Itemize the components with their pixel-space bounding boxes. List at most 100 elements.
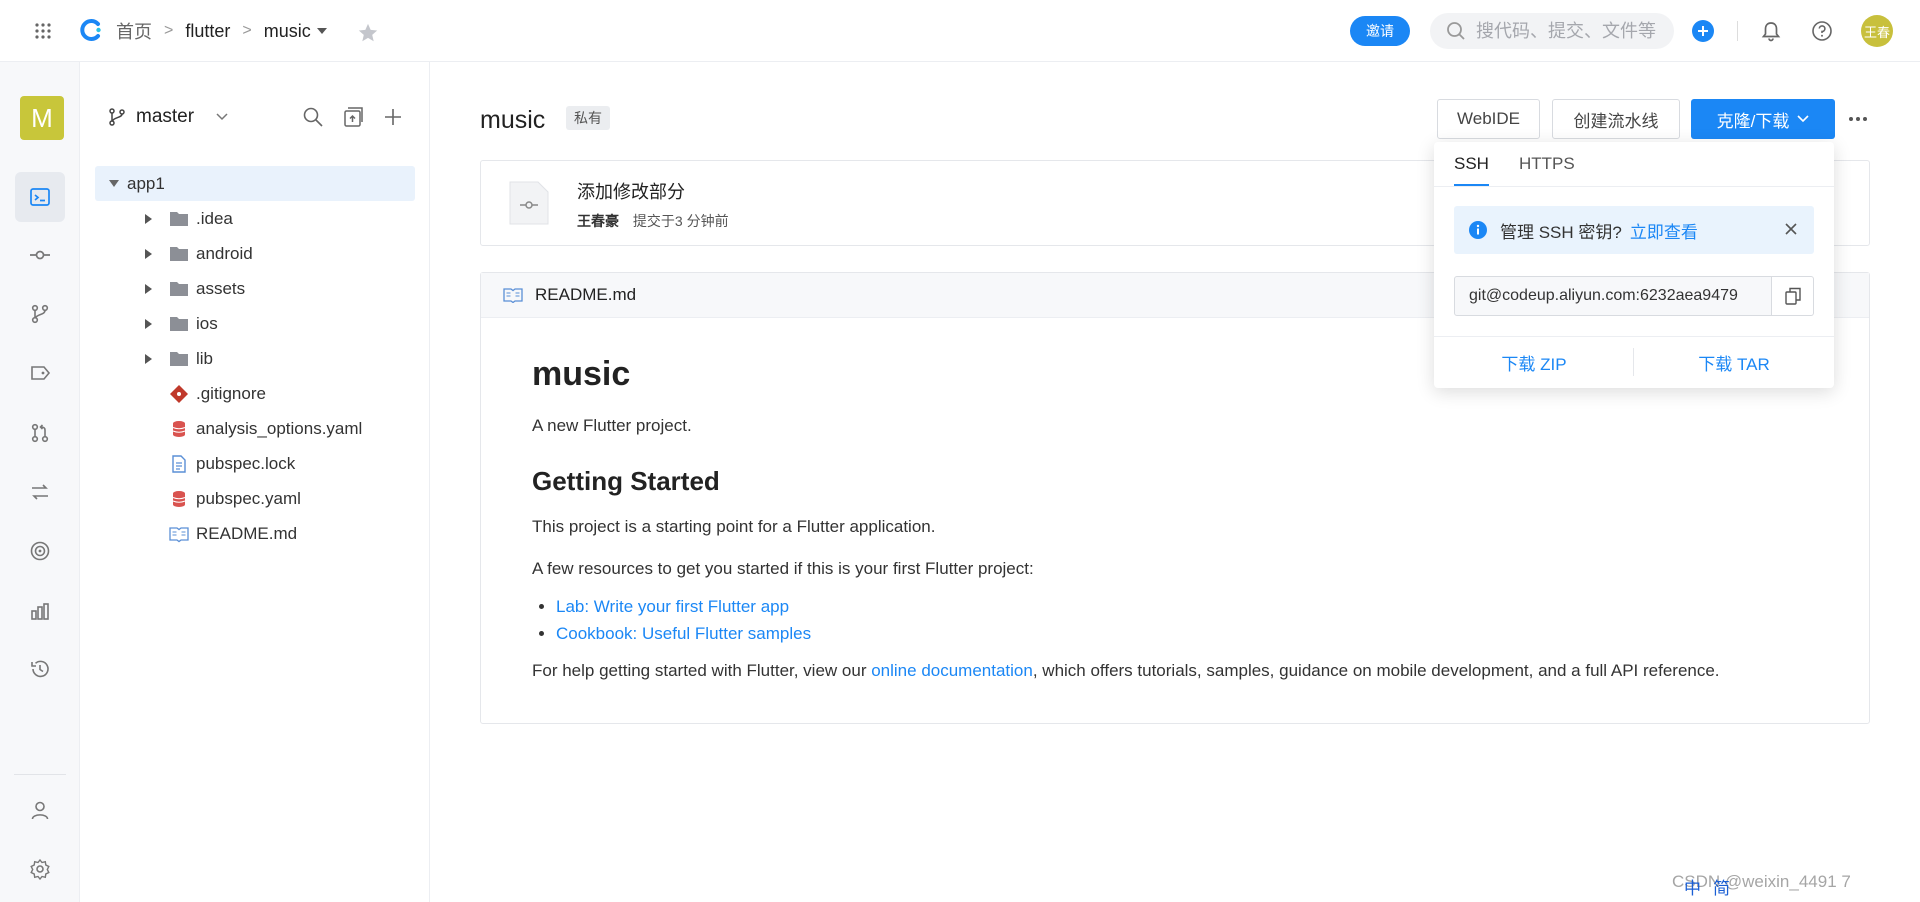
tree-item-label: pubspec.yaml: [196, 488, 301, 508]
caret-right-icon: [145, 353, 152, 364]
clone-dropdown: SSH HTTPS 管理 SSH 密钥? 立即查看 下载 ZIP 下载 TAR: [1434, 142, 1834, 388]
readme-h2: Getting Started: [532, 466, 720, 496]
user-avatar[interactable]: 王春: [1861, 15, 1893, 47]
chevron-down-icon: [216, 113, 228, 121]
nav-branches[interactable]: [15, 289, 65, 339]
file-tree-panel: master app1 .idea android assets ios lib…: [80, 62, 430, 902]
tree-item-file[interactable]: .gitignore: [95, 376, 415, 411]
list-item: Cookbook: Useful Flutter samples: [556, 620, 1852, 647]
project-avatar[interactable]: M: [20, 96, 64, 140]
info-icon: [1469, 221, 1487, 239]
security-icon: [30, 541, 50, 561]
readme-text: For help getting started with Flutter, v…: [532, 661, 872, 680]
breadcrumb-home[interactable]: 首页: [116, 18, 152, 44]
download-zip-link[interactable]: 下载 ZIP: [1434, 350, 1634, 375]
tree-item-label: analysis_options.yaml: [196, 418, 363, 438]
tag-icon: [31, 366, 51, 380]
plus-icon: [1698, 26, 1708, 36]
webide-button[interactable]: WebIDE: [1437, 99, 1540, 139]
more-icon[interactable]: [1847, 108, 1869, 130]
readme-link-list: Lab: Write your first Flutter app Cookbo…: [556, 593, 1852, 647]
invite-button[interactable]: 邀请: [1350, 16, 1410, 46]
codeup-logo-icon[interactable]: [79, 18, 103, 42]
ime-language[interactable]: 中: [1684, 874, 1701, 899]
tab-https[interactable]: HTTPS: [1519, 142, 1575, 186]
view-ssh-keys-link[interactable]: 立即查看: [1630, 218, 1698, 243]
commit-time: 提交于3 分钟前: [632, 213, 729, 229]
tree-item-label: pubspec.lock: [196, 453, 296, 473]
project-sidebar: M: [0, 62, 80, 902]
nav-history[interactable]: [15, 644, 65, 694]
commit-author[interactable]: 王春豪: [577, 213, 619, 229]
alert-text: 管理 SSH 密钥?: [1500, 222, 1622, 242]
create-pipeline-button[interactable]: 创建流水线: [1552, 99, 1680, 139]
tab-ssh[interactable]: SSH: [1454, 142, 1489, 186]
copy-button[interactable]: [1772, 276, 1814, 316]
branch-selector[interactable]: master: [108, 106, 228, 128]
tree-item-folder[interactable]: lib: [95, 341, 415, 376]
git-file-icon: [170, 384, 188, 403]
branch-name: master: [136, 106, 195, 127]
search-icon[interactable]: [302, 106, 324, 128]
branch-icon: [31, 304, 49, 324]
create-button[interactable]: [1692, 20, 1714, 42]
tree-item-folder[interactable]: android: [95, 236, 415, 271]
copy-icon: [1784, 287, 1801, 305]
apps-grid-icon[interactable]: [34, 22, 52, 40]
download-tar-link[interactable]: 下载 TAR: [1634, 350, 1834, 375]
upload-file-icon[interactable]: [342, 106, 364, 128]
search-input[interactable]: [1476, 20, 1666, 42]
branch-icon: [109, 108, 125, 126]
global-search[interactable]: [1430, 13, 1674, 49]
bell-icon[interactable]: [1760, 20, 1782, 42]
nav-code[interactable]: [15, 172, 65, 222]
readme-link[interactable]: online documentation: [871, 661, 1033, 680]
member-icon: [31, 801, 49, 820]
nav-settings[interactable]: [15, 844, 65, 894]
tree-item-folder[interactable]: ios: [95, 306, 415, 341]
readme-paragraph: For help getting started with Flutter, v…: [532, 659, 1852, 683]
clone-download-button[interactable]: 克隆/下载: [1691, 99, 1835, 139]
commit-message[interactable]: 添加修改部分: [577, 178, 685, 204]
readme-link[interactable]: Lab: Write your first Flutter app: [556, 597, 789, 616]
caret-down-icon[interactable]: [316, 28, 327, 34]
yaml-file-icon: [172, 490, 186, 507]
tree-item-folder[interactable]: .idea: [95, 201, 415, 236]
ssh-key-alert: 管理 SSH 密钥? 立即查看: [1454, 206, 1814, 254]
nav-commits[interactable]: [15, 230, 65, 280]
nav-security[interactable]: [15, 526, 65, 576]
folder-icon: [170, 316, 188, 331]
caret-right-icon: [145, 248, 152, 259]
chevron-right-icon: >: [164, 22, 174, 39]
nav-members[interactable]: [15, 785, 65, 835]
close-icon[interactable]: [1784, 222, 1798, 236]
tree-item-folder[interactable]: assets: [95, 271, 415, 306]
nav-tags[interactable]: [15, 348, 65, 398]
tree-root-folder[interactable]: app1: [95, 166, 415, 201]
ime-toolbar: 中 简: [1684, 874, 1730, 899]
nav-compare[interactable]: [15, 467, 65, 517]
divider: [14, 774, 66, 775]
merge-request-icon: [31, 423, 49, 443]
tree-item-file[interactable]: README.md: [95, 516, 415, 551]
breadcrumb-group[interactable]: flutter: [185, 21, 230, 42]
tree-item-file[interactable]: pubspec.yaml: [95, 481, 415, 516]
ime-mode[interactable]: 简: [1713, 874, 1730, 899]
tree-item-file[interactable]: pubspec.lock: [95, 446, 415, 481]
breadcrumb-repo[interactable]: music: [264, 21, 311, 42]
clone-url-field[interactable]: [1454, 276, 1772, 316]
help-icon[interactable]: [1811, 20, 1833, 42]
plus-icon[interactable]: [382, 106, 404, 128]
readme-paragraph: This project is a starting point for a F…: [532, 517, 936, 536]
chevron-down-icon: [1797, 115, 1809, 123]
caret-down-icon: [109, 179, 119, 187]
tree-item-file[interactable]: analysis_options.yaml: [95, 411, 415, 446]
readme-link[interactable]: Cookbook: Useful Flutter samples: [556, 624, 811, 643]
nav-insights[interactable]: [15, 586, 65, 636]
nav-merge-requests[interactable]: [15, 408, 65, 458]
tree-item-label: app1: [127, 173, 165, 193]
tree-item-label: .gitignore: [196, 383, 266, 403]
tree-item-label: ios: [196, 313, 218, 333]
readme-paragraph: A few resources to get you started if th…: [532, 559, 1034, 578]
star-icon[interactable]: [357, 22, 379, 44]
